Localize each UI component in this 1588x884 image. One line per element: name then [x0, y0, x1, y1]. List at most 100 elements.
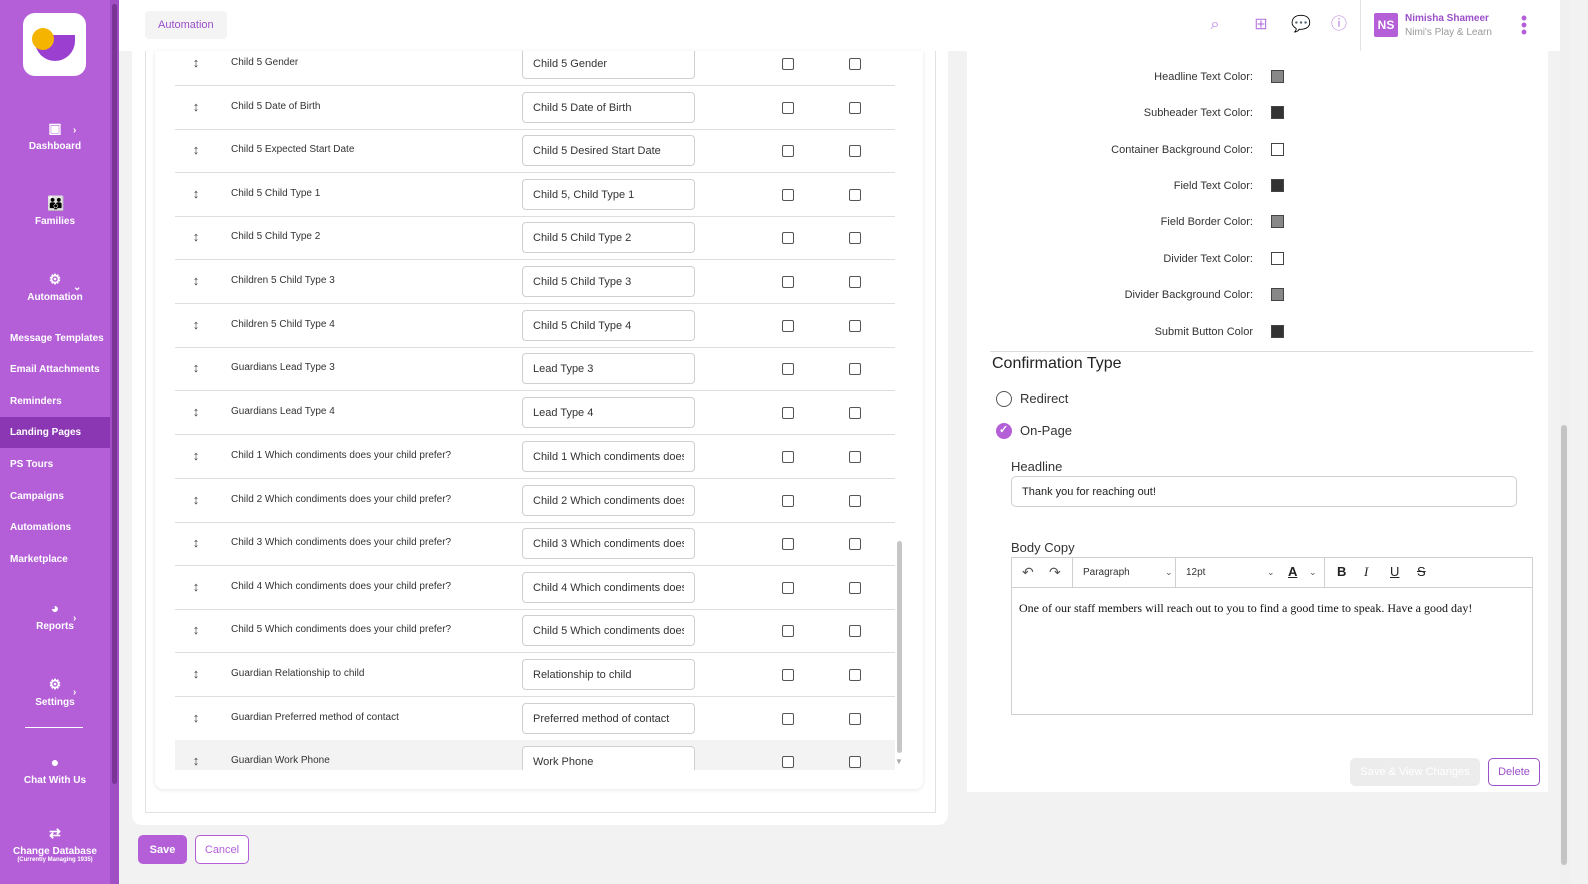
drag-handle-icon[interactable]: ↕	[191, 361, 201, 375]
required-checkbox[interactable]	[782, 58, 794, 70]
radio-on-page-label[interactable]: On-Page	[1020, 423, 1072, 438]
drag-handle-icon[interactable]: ↕	[191, 187, 201, 201]
required-checkbox[interactable]	[782, 145, 794, 157]
sidebar-item-landing-pages[interactable]: Landing Pages	[0, 417, 110, 448]
hidden-checkbox[interactable]	[849, 713, 861, 725]
sidebar-item-dashboard[interactable]: ▣ › Dashboard	[0, 121, 110, 152]
drag-handle-icon[interactable]: ↕	[191, 754, 201, 768]
undo-icon[interactable]: ↶	[1022, 564, 1034, 580]
strikethrough-icon[interactable]: S	[1417, 564, 1426, 579]
font-size-select[interactable]: 12pt	[1175, 558, 1278, 587]
table-scrollbar[interactable]	[897, 541, 902, 753]
radio-redirect[interactable]	[996, 391, 1012, 407]
required-checkbox[interactable]	[782, 756, 794, 768]
italic-icon[interactable]: I	[1364, 564, 1368, 580]
drag-handle-icon[interactable]: ↕	[191, 623, 201, 637]
field-label-input[interactable]	[522, 51, 695, 79]
field-label-input[interactable]	[522, 353, 695, 384]
required-checkbox[interactable]	[782, 407, 794, 419]
app-logo[interactable]	[23, 13, 86, 76]
required-checkbox[interactable]	[782, 320, 794, 332]
field-label-input[interactable]	[522, 703, 695, 734]
color-swatch[interactable]	[1271, 106, 1284, 119]
color-swatch[interactable]	[1271, 215, 1284, 228]
hidden-checkbox[interactable]	[849, 407, 861, 419]
hidden-checkbox[interactable]	[849, 756, 861, 768]
field-label-input[interactable]	[522, 615, 695, 646]
field-label-input[interactable]	[522, 222, 695, 253]
text-color-icon[interactable]: A	[1288, 564, 1297, 579]
field-label-input[interactable]	[522, 528, 695, 559]
field-label-input[interactable]	[522, 92, 695, 123]
hidden-checkbox[interactable]	[849, 669, 861, 681]
required-checkbox[interactable]	[782, 538, 794, 550]
save-view-changes-button[interactable]: Save & View Changes	[1350, 758, 1480, 786]
sidebar-item-message-templates[interactable]: Message Templates	[0, 323, 110, 354]
hidden-checkbox[interactable]	[849, 189, 861, 201]
sidebar-item-families[interactable]: 👪 Families	[0, 196, 110, 227]
hidden-checkbox[interactable]	[849, 625, 861, 637]
drag-handle-icon[interactable]: ↕	[191, 449, 201, 463]
drag-handle-icon[interactable]: ↕	[191, 318, 201, 332]
hidden-checkbox[interactable]	[849, 276, 861, 288]
scroll-down-icon[interactable]: ▼	[895, 757, 903, 766]
drag-handle-icon[interactable]: ↕	[191, 405, 201, 419]
required-checkbox[interactable]	[782, 713, 794, 725]
field-label-input[interactable]	[522, 746, 695, 770]
color-swatch[interactable]	[1271, 325, 1284, 338]
required-checkbox[interactable]	[782, 363, 794, 375]
redo-icon[interactable]: ↷	[1049, 564, 1061, 580]
drag-handle-icon[interactable]: ↕	[191, 536, 201, 550]
add-icon[interactable]: ⊞	[1251, 15, 1271, 35]
drag-handle-icon[interactable]: ↕	[191, 56, 201, 70]
required-checkbox[interactable]	[782, 232, 794, 244]
radio-redirect-label[interactable]: Redirect	[1020, 391, 1068, 406]
sidebar-scrollbar[interactable]	[110, 0, 119, 884]
sidebar-item-email-attachments[interactable]: Email Attachments	[0, 354, 110, 385]
more-menu-icon[interactable]: • • •	[1520, 9, 1528, 41]
required-checkbox[interactable]	[782, 495, 794, 507]
color-swatch[interactable]	[1271, 143, 1284, 156]
drag-handle-icon[interactable]: ↕	[191, 143, 201, 157]
hidden-checkbox[interactable]	[849, 320, 861, 332]
drag-handle-icon[interactable]: ↕	[191, 230, 201, 244]
sidebar-item-campaigns[interactable]: Campaigns	[0, 481, 110, 512]
hidden-checkbox[interactable]	[849, 232, 861, 244]
hidden-checkbox[interactable]	[849, 582, 861, 594]
avatar[interactable]: NS	[1374, 13, 1398, 37]
page-scrollbar[interactable]	[1560, 0, 1570, 884]
field-label-input[interactable]	[522, 310, 695, 341]
required-checkbox[interactable]	[782, 451, 794, 463]
drag-handle-icon[interactable]: ↕	[191, 667, 201, 681]
rich-text-editor[interactable]: ↶ ↷ Paragraph ⌄ 12pt ⌄ A ⌄ B I U S One o…	[1011, 557, 1533, 715]
color-swatch[interactable]	[1271, 70, 1284, 83]
field-label-input[interactable]	[522, 659, 695, 690]
field-label-input[interactable]	[522, 179, 695, 210]
required-checkbox[interactable]	[782, 102, 794, 114]
editor-body-text[interactable]: One of our staff members will reach out …	[1019, 601, 1472, 616]
hidden-checkbox[interactable]	[849, 495, 861, 507]
drag-handle-icon[interactable]: ↕	[191, 580, 201, 594]
sidebar-item-settings[interactable]: ⚙ › Settings	[0, 677, 110, 708]
sidebar-item-change-database[interactable]: ⇄ Change Database (Currently Managing 19…	[0, 826, 110, 864]
drag-handle-icon[interactable]: ↕	[191, 274, 201, 288]
hidden-checkbox[interactable]	[849, 451, 861, 463]
radio-on-page[interactable]	[996, 423, 1012, 439]
drag-handle-icon[interactable]: ↕	[191, 100, 201, 114]
save-button[interactable]: Save	[138, 835, 187, 864]
hidden-checkbox[interactable]	[849, 58, 861, 70]
field-label-input[interactable]	[522, 397, 695, 428]
breadcrumb[interactable]: Automation	[145, 11, 227, 39]
sidebar-item-automation[interactable]: ⚙ ⌄ Automation	[0, 272, 110, 303]
hidden-checkbox[interactable]	[849, 145, 861, 157]
info-icon[interactable]: ⓘ	[1329, 15, 1349, 35]
bold-icon[interactable]: B	[1337, 564, 1346, 579]
block-format-select[interactable]: Paragraph	[1072, 558, 1175, 587]
sidebar-item-marketplace[interactable]: Marketplace	[0, 544, 110, 575]
color-swatch[interactable]	[1271, 179, 1284, 192]
messages-icon[interactable]: 💬	[1291, 15, 1311, 35]
delete-button[interactable]: Delete	[1488, 758, 1540, 786]
drag-handle-icon[interactable]: ↕	[191, 493, 201, 507]
sidebar-item-reports[interactable]: ◕ › Reports	[0, 601, 110, 632]
underline-icon[interactable]: U	[1390, 564, 1399, 579]
